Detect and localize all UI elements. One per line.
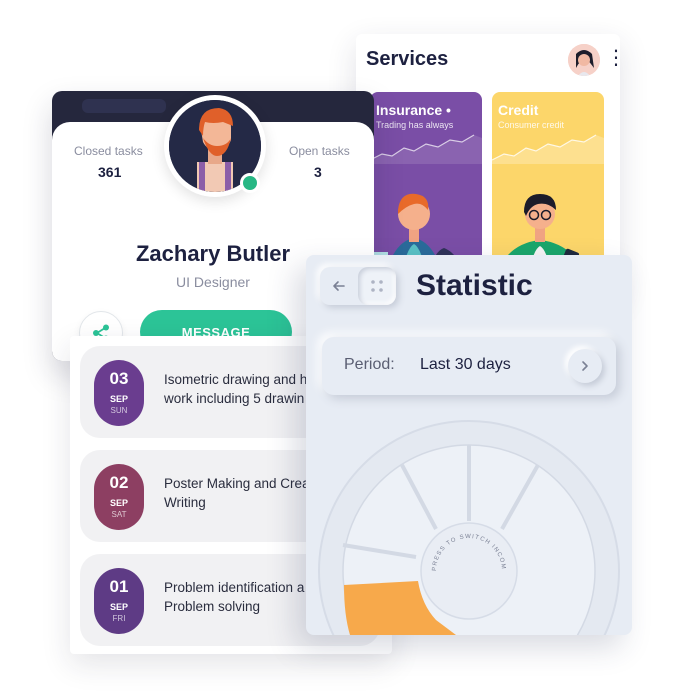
trend-graph-icon bbox=[492, 134, 604, 164]
date-badge: 01 SEP FRI bbox=[94, 568, 144, 634]
insurance-subtitle: Trading has always bbox=[376, 120, 454, 130]
statistic-card: Statistic Period: Last 30 days PRESS TO … bbox=[306, 255, 632, 635]
closed-tasks-value: 361 bbox=[98, 164, 122, 180]
income-outcome-dial: PRESS TO SWITCH INCOME OR OUTCOME bbox=[306, 255, 620, 635]
online-status-badge bbox=[240, 173, 260, 193]
avatar[interactable] bbox=[568, 44, 600, 76]
more-options-icon[interactable]: ⋮ bbox=[606, 48, 620, 68]
closed-tasks-label: Closed tasks bbox=[74, 144, 143, 158]
services-title: Services bbox=[366, 48, 449, 70]
credit-subtitle: Consumer credit bbox=[498, 120, 565, 130]
insurance-title: Insurance • bbox=[376, 102, 451, 118]
date-badge: 03 SEP SUN bbox=[94, 360, 144, 426]
insurance-card[interactable]: Insurance • Trading has always bbox=[370, 92, 482, 282]
credit-title: Credit bbox=[498, 102, 539, 118]
date-badge: 02 SEP SAT bbox=[94, 464, 144, 530]
credit-card[interactable]: Credit Consumer credit bbox=[492, 92, 604, 282]
trend-graph-icon bbox=[370, 134, 482, 164]
open-tasks-value: 3 bbox=[314, 164, 322, 180]
open-tasks-label: Open tasks bbox=[289, 144, 350, 158]
